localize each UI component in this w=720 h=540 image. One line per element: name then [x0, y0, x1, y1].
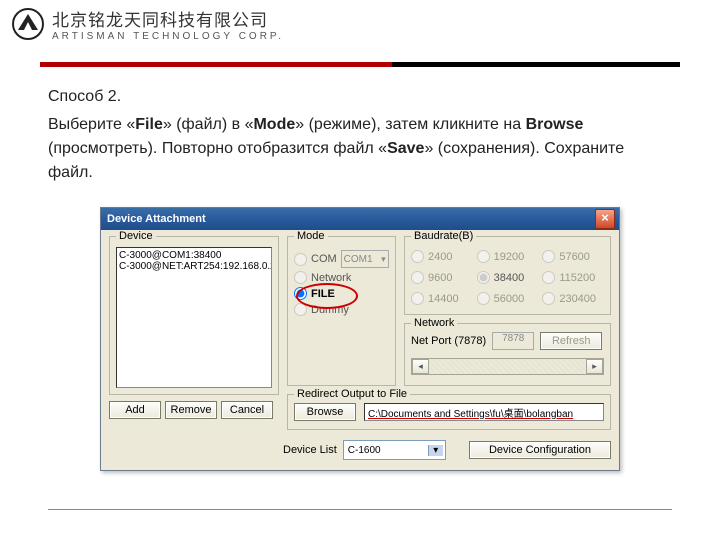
baud-9600: 9600: [411, 271, 473, 284]
scroll-left-icon[interactable]: ◂: [412, 359, 429, 374]
scroll-right-icon[interactable]: ▸: [586, 359, 603, 374]
device-list-combo[interactable]: C-1600: [343, 440, 446, 460]
output-path-field[interactable]: C:\Documents and Settings\fu\桌面\bolangba…: [364, 403, 604, 421]
mode-groupbox: Mode COM COM1 Network FILE Dummy: [287, 236, 396, 386]
baud-14400: 14400: [411, 292, 473, 305]
dialog-title: Device Attachment: [107, 213, 206, 225]
redirect-legend: Redirect Output to File: [294, 388, 410, 400]
device-groupbox: Device C-3000@COM1:38400 C-3000@NET:ART2…: [109, 236, 279, 395]
list-item[interactable]: C-3000@COM1:38400: [119, 250, 269, 261]
mode-dummy-radio[interactable]: Dummy: [294, 303, 389, 316]
baud-38400: 38400: [477, 271, 539, 284]
net-port-field: 7878: [492, 332, 534, 350]
net-port-label: Net Port (7878): [411, 335, 486, 347]
baudrate-legend: Baudrate(B): [411, 230, 476, 242]
baud-2400: 2400: [411, 250, 473, 263]
com-port-combo: COM1: [341, 250, 389, 268]
mode-file-radio[interactable]: FILE: [294, 287, 389, 300]
mode-network-radio[interactable]: Network: [294, 271, 389, 284]
remove-button[interactable]: Remove: [165, 401, 217, 419]
baud-57600: 57600: [542, 250, 604, 263]
company-name-en: ARTISMAN TECHNOLOGY CORP.: [52, 31, 284, 42]
device-list-label: Device List: [283, 444, 337, 456]
header-rule: [40, 62, 680, 67]
company-name-cn: 北京铭龙天同科技有限公司: [52, 6, 284, 31]
device-listbox[interactable]: C-3000@COM1:38400 C-3000@NET:ART254:192.…: [116, 247, 272, 388]
device-legend: Device: [116, 230, 156, 242]
cancel-button[interactable]: Cancel: [221, 401, 273, 419]
redirect-groupbox: Redirect Output to File Browse C:\Docume…: [287, 394, 611, 430]
network-legend: Network: [411, 317, 457, 329]
browse-button[interactable]: Browse: [294, 403, 356, 421]
device-configuration-button[interactable]: Device Configuration: [469, 441, 611, 459]
dialog-titlebar[interactable]: Device Attachment ×: [101, 208, 619, 230]
footer-rule: [48, 509, 672, 510]
dialog-screenshot: Device Attachment × Device C-3000@COM1:3…: [100, 207, 620, 471]
network-groupbox: Network Net Port (7878) 7878 Refresh ◂ ▸: [404, 323, 611, 386]
baud-115200: 115200: [542, 271, 604, 284]
close-icon[interactable]: ×: [595, 209, 615, 229]
mode-legend: Mode: [294, 230, 328, 242]
baud-19200: 19200: [477, 250, 539, 263]
doc-header: 北京铭龙天同科技有限公司 ARTISMAN TECHNOLOGY CORP.: [0, 0, 720, 42]
add-button[interactable]: Add: [109, 401, 161, 419]
network-scrollbar[interactable]: ◂ ▸: [411, 358, 604, 375]
mode-com-radio[interactable]: COM COM1: [294, 250, 389, 268]
method-title: Способ 2.: [48, 85, 672, 109]
refresh-button: Refresh: [540, 332, 602, 350]
baud-56000: 56000: [477, 292, 539, 305]
list-item[interactable]: C-3000@NET:ART254:192.168.0.254: [119, 261, 269, 272]
baudrate-groupbox: Baudrate(B) 2400 19200 57600 9600 38400 …: [404, 236, 611, 315]
device-attachment-dialog: Device Attachment × Device C-3000@COM1:3…: [100, 207, 620, 471]
instruction-paragraph: Выберите «File» (файл) в «Mode» (режиме)…: [48, 113, 672, 185]
baud-230400: 230400: [542, 292, 604, 305]
instruction-text: Способ 2. Выберите «File» (файл) в «Mode…: [48, 85, 672, 185]
company-logo-icon: [12, 8, 44, 40]
